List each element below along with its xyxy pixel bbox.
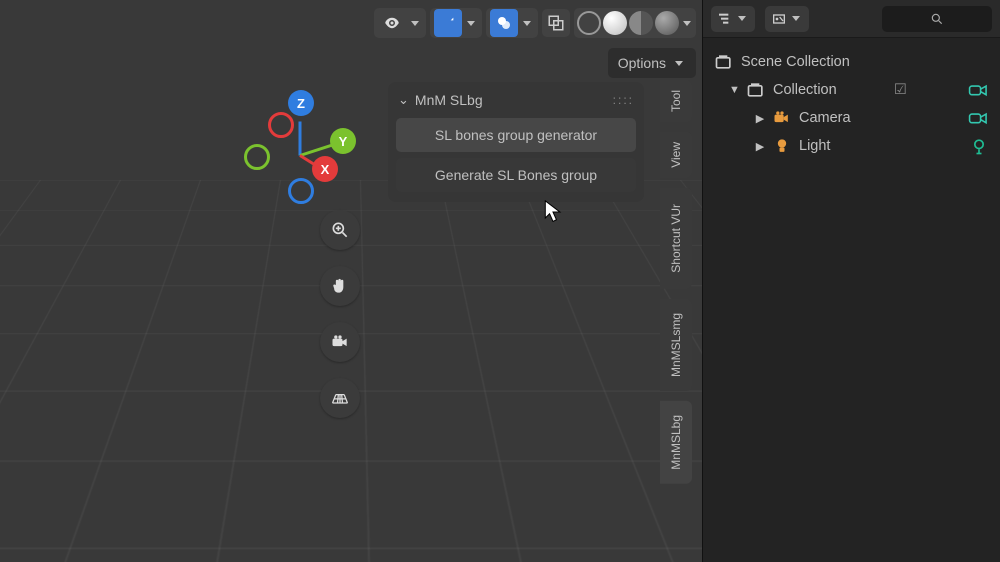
restrict-render-icon[interactable] bbox=[964, 109, 994, 127]
x-axis-handle[interactable]: X bbox=[312, 156, 338, 182]
chevron-down-icon bbox=[792, 16, 800, 21]
n-panel: ⌄ MnM SLbg :::: SL bones group generator… bbox=[388, 82, 644, 202]
solid-shading-icon[interactable] bbox=[603, 11, 627, 35]
chevron-down-icon: ⌄ bbox=[398, 92, 409, 108]
tab-shortcut-vur[interactable]: Shortcut VUr bbox=[660, 188, 692, 289]
axis-gizmo[interactable]: Z Y X bbox=[240, 94, 360, 214]
rendered-shading-icon[interactable] bbox=[655, 11, 679, 35]
collection-icon bbox=[713, 51, 735, 73]
display-mode-dropdown[interactable] bbox=[711, 6, 755, 32]
chevron-down-icon bbox=[675, 61, 683, 66]
tab-view[interactable]: View bbox=[660, 132, 692, 178]
tree-row-collection[interactable]: ▼ Collection ☑ bbox=[709, 76, 994, 104]
visibility-group bbox=[374, 8, 426, 38]
viewport-controls bbox=[320, 210, 360, 418]
filter-dropdown[interactable] bbox=[765, 6, 809, 32]
tab-mnmslsmg[interactable]: MnMSLsmg bbox=[660, 299, 692, 391]
options-label: Options bbox=[618, 55, 666, 71]
z-axis-handle[interactable]: Z bbox=[288, 90, 314, 116]
tree-label: Scene Collection bbox=[741, 54, 850, 70]
neg-x-axis-handle[interactable] bbox=[268, 112, 294, 138]
gizmo-toggle-icon[interactable] bbox=[434, 9, 462, 37]
camera-icon bbox=[771, 107, 793, 129]
xray-toggle-icon[interactable] bbox=[542, 9, 570, 37]
operator-row-label: SL bones group generator bbox=[396, 118, 636, 152]
viewport-header bbox=[0, 4, 702, 42]
y-axis-handle[interactable]: Y bbox=[330, 128, 356, 154]
chevron-down-icon[interactable] bbox=[683, 21, 691, 26]
tree-row-scene-collection[interactable]: Scene Collection bbox=[709, 48, 994, 76]
outliner-tree: Scene Collection ▼ Collection ☑ ▶ Camera bbox=[703, 38, 1000, 170]
collection-icon bbox=[745, 79, 767, 101]
gizmos-group bbox=[430, 8, 482, 38]
search-input[interactable] bbox=[882, 6, 992, 32]
camera-view-icon[interactable] bbox=[320, 322, 360, 362]
3d-viewport[interactable]: Options ⌄ MnM SLbg :::: SL bones group g… bbox=[0, 0, 702, 562]
exclude-toggle-icon[interactable]: ☑ bbox=[885, 82, 915, 98]
tree-label: Light bbox=[799, 138, 830, 154]
tree-row-light[interactable]: ▶ Light bbox=[709, 132, 994, 160]
tree-label: Camera bbox=[799, 110, 851, 126]
perspective-grid-icon[interactable] bbox=[320, 378, 360, 418]
row-label: SL bones group generator bbox=[435, 127, 597, 143]
wireframe-shading-icon[interactable] bbox=[577, 11, 601, 35]
panel-title: MnM SLbg bbox=[415, 92, 483, 108]
options-dropdown[interactable]: Options bbox=[608, 48, 696, 78]
chevron-down-icon[interactable] bbox=[467, 21, 475, 26]
zoom-icon[interactable] bbox=[320, 210, 360, 250]
restrict-render-icon[interactable] bbox=[964, 81, 994, 99]
overlays-group bbox=[486, 8, 538, 38]
tree-label: Collection bbox=[773, 82, 837, 98]
matprev-shading-icon[interactable] bbox=[629, 11, 653, 35]
light-icon bbox=[771, 135, 793, 157]
generate-bones-button[interactable]: Generate SL Bones group bbox=[396, 158, 636, 192]
neg-z-axis-handle[interactable] bbox=[288, 178, 314, 204]
neg-y-axis-handle[interactable] bbox=[244, 144, 270, 170]
outliner-header bbox=[703, 0, 1000, 38]
overlays-toggle-icon[interactable] bbox=[490, 9, 518, 37]
disclosure-triangle-icon[interactable]: ▶ bbox=[755, 140, 765, 153]
drag-handle-icon[interactable]: :::: bbox=[613, 93, 634, 107]
z-axis-line bbox=[299, 122, 302, 156]
shading-mode-group bbox=[574, 8, 696, 38]
tab-mnmslbg[interactable]: MnMSLbg bbox=[660, 401, 692, 484]
tab-tool[interactable]: Tool bbox=[660, 80, 692, 122]
outliner-panel: Scene Collection ▼ Collection ☑ ▶ Camera bbox=[702, 0, 1000, 562]
tree-row-camera[interactable]: ▶ Camera bbox=[709, 104, 994, 132]
restrict-render-icon[interactable] bbox=[964, 136, 994, 156]
n-panel-tabs: Tool View Shortcut VUr MnMSLsmg MnMSLbg bbox=[660, 80, 692, 483]
pan-hand-icon[interactable] bbox=[320, 266, 360, 306]
chevron-down-icon[interactable] bbox=[523, 21, 531, 26]
mouse-cursor-icon bbox=[544, 200, 562, 224]
panel-header[interactable]: ⌄ MnM SLbg :::: bbox=[396, 88, 636, 112]
chevron-down-icon bbox=[738, 16, 746, 21]
disclosure-triangle-icon[interactable]: ▼ bbox=[729, 84, 739, 96]
eye-icon[interactable] bbox=[378, 9, 406, 37]
disclosure-triangle-icon[interactable]: ▶ bbox=[755, 112, 765, 125]
button-label: Generate SL Bones group bbox=[435, 167, 597, 183]
chevron-down-icon[interactable] bbox=[411, 21, 419, 26]
